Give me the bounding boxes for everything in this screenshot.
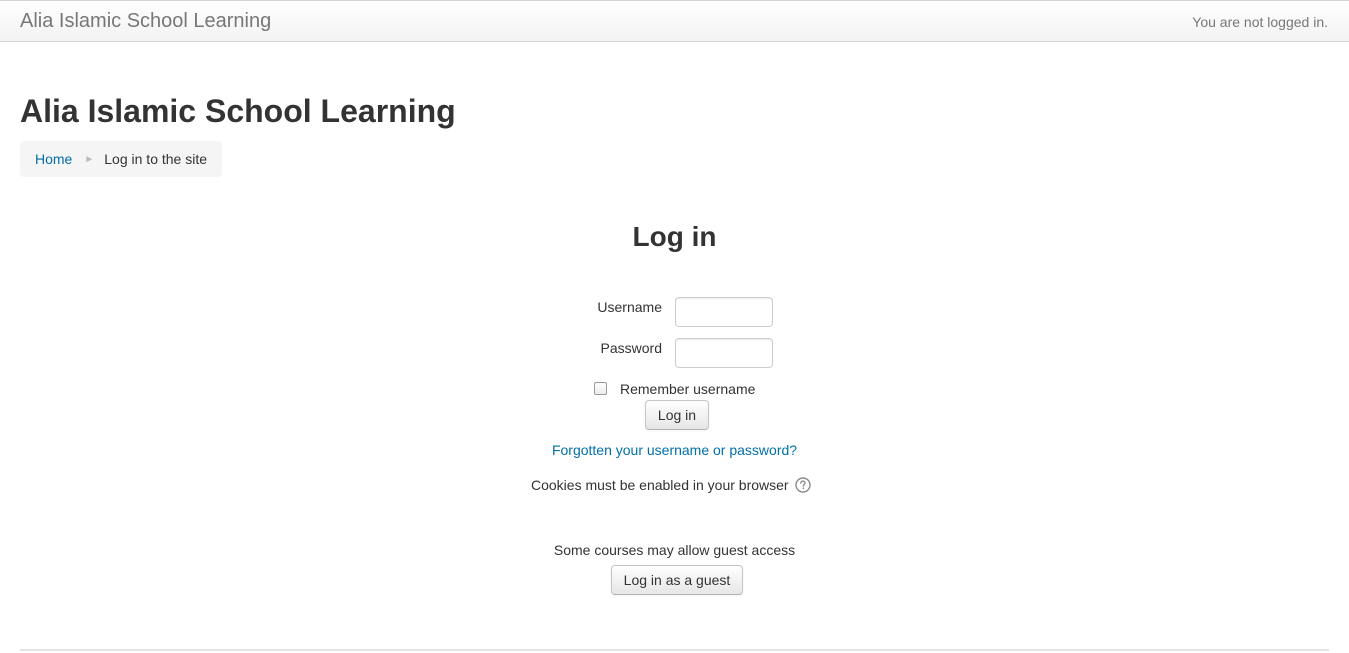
page-title: Alia Islamic School Learning: [20, 93, 456, 129]
username-label: Username: [597, 299, 662, 315]
login-heading: Log in: [632, 221, 717, 252]
login-status-text: You are not logged in.: [1192, 14, 1328, 30]
guest-access-notice: Some courses may allow guest access: [553, 542, 796, 558]
username-input[interactable]: [675, 297, 773, 327]
breadcrumb-home-link[interactable]: Home: [35, 151, 72, 167]
forgot-password-container: Forgotten your username or password?: [0, 442, 1349, 458]
guest-login-button[interactable]: Log in as a guest: [611, 565, 743, 595]
top-navbar: Alia Islamic School Learning You are not…: [0, 0, 1349, 42]
breadcrumb: Home ► Log in to the site: [20, 141, 223, 177]
cookies-notice-text: Cookies must be enabled in your browser: [531, 477, 789, 493]
forgot-password-link[interactable]: Forgotten your username or password?: [552, 442, 797, 458]
remember-username-label[interactable]: Remember username: [620, 381, 755, 397]
login-button[interactable]: Log in: [645, 400, 709, 430]
cookies-notice: Cookies must be enabled in your browser: [531, 477, 811, 493]
question-circle-icon[interactable]: [794, 477, 811, 493]
password-input[interactable]: [675, 338, 773, 368]
breadcrumb-separator-icon: ►: [84, 153, 95, 165]
password-label: Password: [600, 340, 662, 356]
remember-username-checkbox[interactable]: [594, 382, 607, 395]
footer-divider: [20, 649, 1329, 651]
breadcrumb-current: Log in to the site: [104, 151, 208, 167]
site-brand-link[interactable]: Alia Islamic School Learning: [20, 10, 271, 33]
